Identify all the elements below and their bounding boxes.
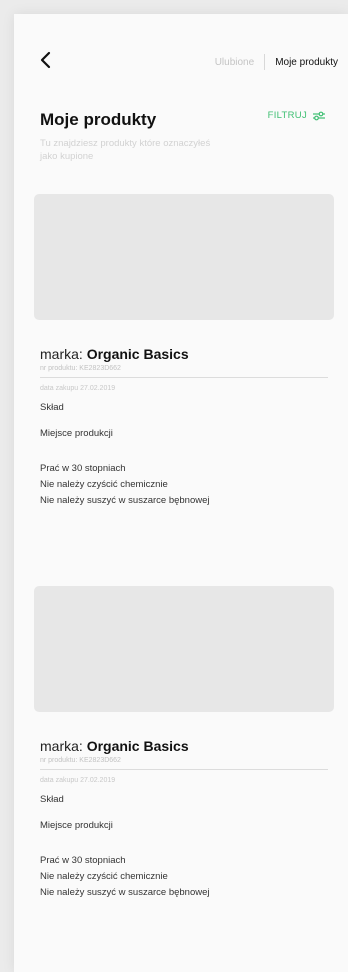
chevron-left-icon — [40, 51, 51, 69]
care-item: Prać w 30 stopniach — [40, 855, 126, 866]
care-item: Nie należy czyścić chemicznie — [40, 479, 168, 490]
filter-button[interactable]: FILTRUJ — [268, 110, 326, 121]
product-image-placeholder — [34, 586, 334, 712]
care-instructions: Prać w 30 stopniach Nie należy czyścić c… — [34, 461, 334, 509]
product-brand: marka: Organic Basics — [40, 738, 334, 754]
composition-label: Skład — [40, 402, 64, 413]
product-image-placeholder — [34, 194, 334, 320]
product-card[interactable]: marka: Organic Basics nr produktu: KE282… — [34, 586, 334, 901]
brand-name: Organic Basics — [86, 738, 189, 754]
page-title: Moje produkty — [40, 110, 157, 129]
composition-label: Skład — [40, 794, 64, 805]
purchase-date: data zakupu 27.02.2019 — [40, 385, 116, 392]
care-instructions: Prać w 30 stopniach Nie należy czyścić c… — [34, 853, 334, 901]
tab-separator — [264, 54, 266, 70]
app-screen: Ulubione Moje produkty Moje produkty Tu … — [14, 14, 348, 972]
care-item: Nie należy suszyć w suszarce bębnowej — [40, 495, 210, 506]
brand-prefix: marka: — [40, 738, 83, 754]
page-subtitle: Tu znajdziesz produkty które oznaczyłeś … — [40, 138, 211, 162]
divider — [40, 769, 328, 770]
origin-label: Miejsce produkcji — [40, 428, 113, 439]
origin-label: Miejsce produkcji — [40, 820, 113, 831]
product-number: nr produktu: KE2823D662 — [40, 365, 121, 372]
care-item: Prać w 30 stopniach — [40, 463, 126, 474]
sliders-icon — [313, 111, 325, 120]
back-button[interactable] — [36, 50, 56, 70]
tab-ulubione[interactable]: Ulubione — [215, 57, 254, 68]
brand-prefix: marka: — [40, 346, 83, 362]
care-item: Nie należy suszyć w suszarce bębnowej — [40, 887, 210, 898]
divider — [40, 377, 328, 378]
product-brand: marka: Organic Basics — [40, 346, 334, 362]
brand-name: Organic Basics — [86, 346, 189, 362]
product-number: nr produktu: KE2823D662 — [40, 757, 121, 764]
purchase-date: data zakupu 27.02.2019 — [40, 777, 116, 784]
top-tabs: Ulubione Moje produkty — [215, 54, 338, 70]
filter-label: FILTRUJ — [267, 110, 307, 121]
tab-moje-produkty[interactable]: Moje produkty — [275, 57, 338, 68]
product-card[interactable]: marka: Organic Basics nr produktu: KE282… — [34, 194, 334, 509]
care-item: Nie należy czyścić chemicznie — [40, 871, 168, 882]
